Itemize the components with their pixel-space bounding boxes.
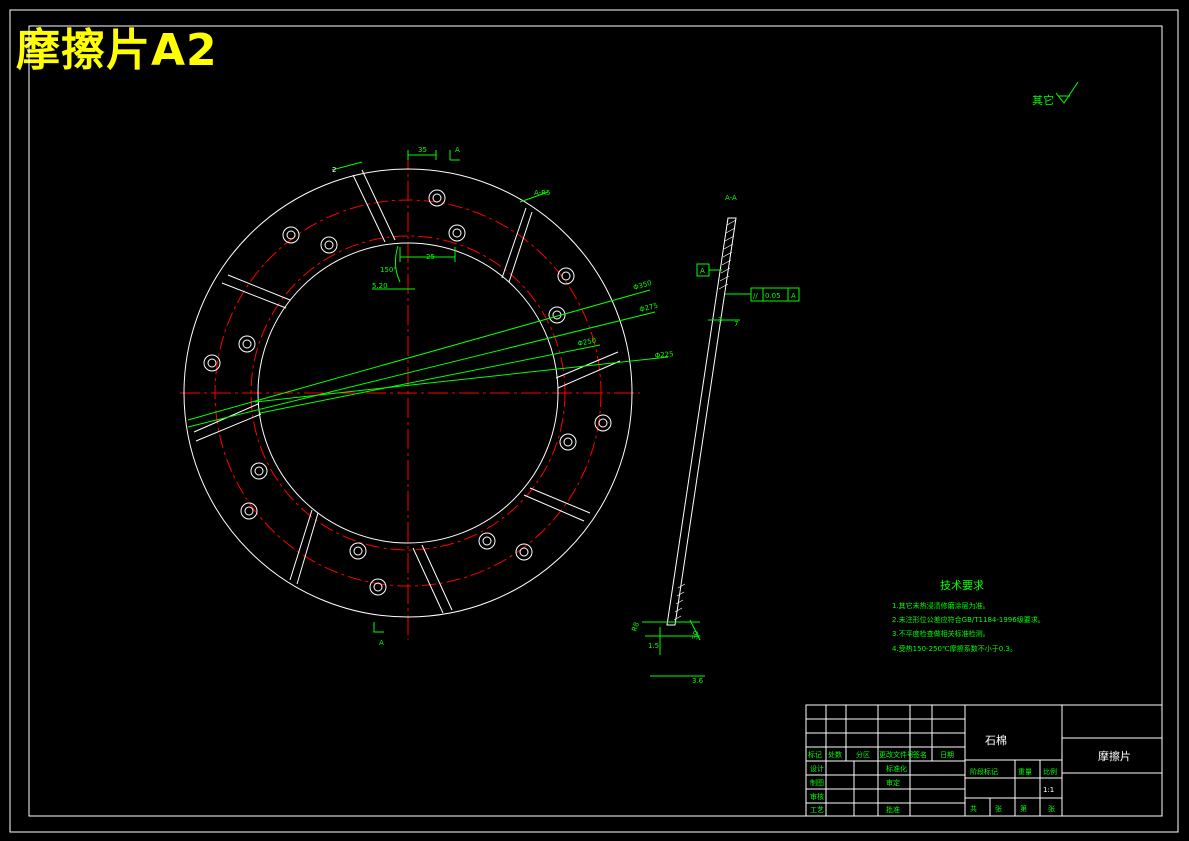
bolt-hole <box>250 462 268 480</box>
material: 石棉 <box>985 733 1007 747</box>
hdr-date: 日期 <box>940 751 954 759</box>
mid-approve: 审定 <box>886 778 900 787</box>
groove <box>193 403 262 442</box>
label-15: 1.5 <box>648 642 659 650</box>
tech-item-4: 4.受热150-250℃摩擦系数不小于0.3。 <box>892 644 1017 653</box>
groove <box>412 544 453 614</box>
bolt-hole <box>238 335 256 353</box>
section-view-a-a: A-A A // 0.05 A 3 7 R8 1.5 30 3.6 <box>630 194 800 685</box>
row-design: 设计 <box>810 764 824 773</box>
mid-standard: 标准化 <box>886 764 907 773</box>
label-3: 3 <box>718 316 722 324</box>
technical-requirements: 技术要求 1.其它未热浸渍修磨涂层为准。 2.未注形位公差应符合GB/T1184… <box>892 579 1045 653</box>
row-draw: 制图 <box>810 778 824 787</box>
tech-item-1: 1.其它未热浸渍修磨涂层为准。 <box>892 601 990 610</box>
section-mark-bottom <box>373 622 384 633</box>
label-phi275: Φ275 <box>639 302 659 314</box>
label-a-r: A-R5 <box>534 189 550 197</box>
row-process: 工艺 <box>810 806 824 814</box>
label-35: 35 <box>418 146 427 154</box>
tech-item-2: 2.未注形位公差应符合GB/T1184-1996级要求。 <box>892 615 1045 624</box>
label-7: 7 <box>734 320 738 328</box>
groove <box>289 509 319 585</box>
scale-value: 1:1 <box>1043 786 1054 794</box>
label-36: 3.6 <box>692 677 704 685</box>
bolt-hole <box>240 502 258 520</box>
mid-ratify: 批准 <box>886 805 900 814</box>
section-dim-lines <box>642 319 740 677</box>
weight: 重量 <box>1018 768 1032 776</box>
dimension-lines <box>187 150 669 633</box>
leader-2 <box>331 161 363 171</box>
dim-diameter-275 <box>187 311 656 428</box>
bolt-hole <box>369 578 387 596</box>
bolt-hole <box>282 226 300 244</box>
tolerance-value: 0.05 <box>765 292 781 300</box>
tolerance-symbol: // <box>753 292 758 300</box>
label-2: 2 <box>332 166 336 174</box>
tech-title: 技术要求 <box>940 579 984 592</box>
scale: 比例 <box>1043 767 1057 776</box>
hdr-docno: 更改文件号 <box>879 750 914 759</box>
label-a-top: A <box>455 146 460 154</box>
bolt-hole <box>349 542 367 560</box>
label-r: R8 <box>630 621 641 633</box>
tolerance-ref: A <box>791 292 796 300</box>
dim-diameter-250 <box>259 344 601 414</box>
bolt-hole <box>478 532 496 550</box>
groove <box>555 351 621 389</box>
roughness-label: 其它 <box>1032 93 1054 107</box>
datum-label: A <box>700 267 705 275</box>
dimension-labels: 35 A 2 A-R5 25 150° 5.20 Φ350 Φ275 Φ250 … <box>332 146 674 647</box>
dim-diameter-350 <box>187 289 651 421</box>
friction-disc-front-view: 35 A 2 A-R5 25 150° 5.20 Φ350 Φ275 Φ250 … <box>180 146 674 647</box>
label-angle: 150° <box>380 266 397 274</box>
hdr-sign: 签名 <box>913 750 927 759</box>
groove <box>501 207 533 283</box>
hdr-zone: 分区 <box>856 750 870 759</box>
label-phi225: Φ225 <box>654 350 674 360</box>
outer-frame <box>9 9 1179 833</box>
tolerance-frame: // 0.05 A <box>725 287 800 302</box>
hdr-mark: 标记 <box>808 750 822 759</box>
roughness-icon <box>1055 81 1079 104</box>
bolt-hole <box>448 224 466 242</box>
label-25: 25 <box>426 253 435 261</box>
technical-drawing: 其它 35 A 2 A-R5 25 150° 5.20 Φ350 Φ275 Φ2… <box>9 9 1179 833</box>
section-plate <box>666 217 737 626</box>
sheet-unit-2: 张 <box>1048 804 1055 813</box>
label-a-bottom: A <box>379 639 384 647</box>
hdr-count: 处数 <box>828 750 842 759</box>
label-30: 30 <box>691 630 700 640</box>
stage-mark: 阶段标记 <box>970 767 998 776</box>
dim-angle <box>394 245 401 283</box>
sheet-no: 第 <box>1020 804 1027 813</box>
sheet-total: 共 <box>970 804 977 813</box>
groove <box>221 274 291 309</box>
label-520: 5.20 <box>372 282 388 290</box>
part-name: 摩擦片 <box>1098 749 1131 763</box>
sheet-unit-1: 张 <box>995 804 1002 813</box>
bolt-hole <box>559 433 577 451</box>
row-check: 审核 <box>810 792 824 801</box>
bolt-hole <box>594 414 612 432</box>
tech-item-3: 3.不平度检查做相关标准检测。 <box>892 629 990 638</box>
dim-diameter-225 <box>254 356 669 403</box>
bolt-hole <box>515 543 533 561</box>
bolt-hole <box>428 189 446 207</box>
section-title: A-A <box>725 194 737 202</box>
roughness-note: 其它 <box>1032 81 1079 107</box>
bolt-hole <box>320 236 338 254</box>
